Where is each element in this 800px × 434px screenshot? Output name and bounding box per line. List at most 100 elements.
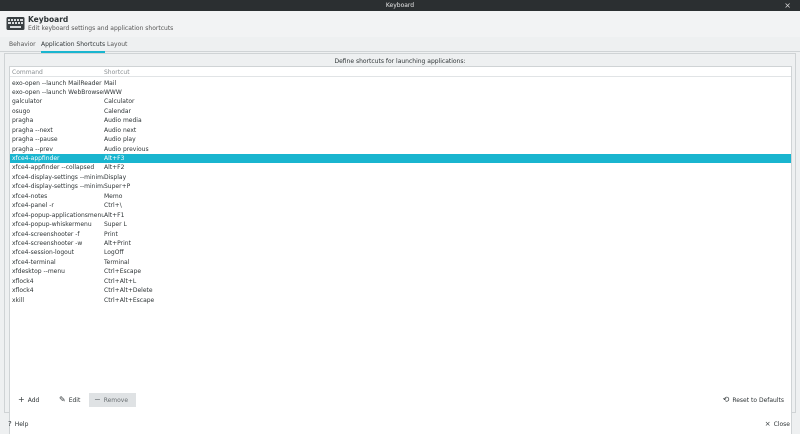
window-close-icon[interactable]: × xyxy=(784,1,791,10)
table-row[interactable]: xfce4-session-logout LogOff xyxy=(10,248,791,257)
command-cell: xfce4-screenshooter -f xyxy=(12,230,80,238)
shortcut-cell: Super+P xyxy=(104,183,131,191)
edit-label: Edit xyxy=(68,396,81,404)
minus-icon: − xyxy=(94,395,101,404)
column-header-command[interactable]: Command xyxy=(12,69,43,76)
tab-layout[interactable]: Layout xyxy=(107,41,127,48)
command-cell: exo-open --launch MailReader xyxy=(12,79,102,87)
shortcuts-panel: Define shortcuts for launching applicati… xyxy=(4,53,796,434)
table-row[interactable]: xfce4-display-settings --minimal Display xyxy=(10,172,791,181)
command-cell: xflock4 xyxy=(12,287,34,295)
shortcut-cell: Mail xyxy=(104,79,117,87)
command-cell: xflock4 xyxy=(12,277,34,285)
help-label: Help xyxy=(14,420,29,428)
table-row[interactable]: xkill Ctrl+Alt+Escape xyxy=(10,295,791,304)
table-row[interactable]: xfce4-panel -r Ctrl+\ xyxy=(10,201,791,210)
table-row[interactable]: pragha --prev Audio previous xyxy=(10,144,791,153)
shortcut-cell: Ctrl+Escape xyxy=(104,268,142,276)
table-row[interactable]: xfce4-appfinder --collapsed Alt+F2 xyxy=(10,163,791,172)
edit-button[interactable]: ✎ Edit xyxy=(54,393,85,407)
command-cell: xfdesktop --menu xyxy=(12,268,65,276)
shortcut-cell: Audio play xyxy=(104,136,136,144)
command-cell: xfce4-appfinder xyxy=(12,155,60,162)
command-cell: pragha --next xyxy=(12,126,53,134)
add-button[interactable]: + Add xyxy=(13,393,44,407)
shortcut-cell: Ctrl+Alt+Escape xyxy=(104,296,155,304)
window-titlebar: Keyboard × xyxy=(0,0,800,11)
table-row[interactable]: xfce4-notes Memo xyxy=(10,191,791,200)
plus-icon: + xyxy=(18,395,25,404)
shortcut-cell: Ctrl+Alt+L xyxy=(104,277,137,285)
shortcut-cell: Display xyxy=(104,173,127,181)
command-cell: galculator xyxy=(12,98,43,106)
pencil-icon: ✎ xyxy=(59,395,66,404)
table-header: Command Shortcut xyxy=(10,67,791,77)
shortcut-cell: Alt+Print xyxy=(104,239,131,247)
table-row[interactable]: pragha --next Audio next xyxy=(10,125,791,134)
shortcut-cell: Audio media xyxy=(104,117,142,125)
table-row[interactable]: xfce4-appfinder Alt+F3 xyxy=(10,153,791,163)
table-row[interactable]: exo-open --launch MailReader Mail xyxy=(10,78,791,87)
shortcut-cell: Alt+F3 xyxy=(104,155,125,162)
close-icon: × xyxy=(764,420,771,428)
shortcut-cell: Audio previous xyxy=(104,145,149,153)
tab-application-shortcuts[interactable]: Application Shortcuts xyxy=(41,41,106,53)
shortcut-cell: Memo xyxy=(104,192,123,200)
table-row[interactable]: xfce4-popup-whiskermenu Super L xyxy=(10,220,791,229)
shortcut-cell: Print xyxy=(104,230,118,238)
command-cell: xfce4-appfinder --collapsed xyxy=(12,164,95,172)
table-row[interactable]: xfdesktop --menu Ctrl+Escape xyxy=(10,267,791,276)
command-cell: xfce4-session-logout xyxy=(12,249,74,257)
remove-button[interactable]: − Remove xyxy=(89,393,136,407)
command-cell: xfce4-notes xyxy=(12,192,48,200)
command-cell: xfce4-panel -r xyxy=(12,202,54,210)
panel-toolbar: + Add ✎ Edit − Remove ⟲ Reset to Default… xyxy=(9,393,793,409)
table-row[interactable]: xflock4 Ctrl+Alt+Delete xyxy=(10,286,791,295)
reset-to-defaults-button[interactable]: ⟲ Reset to Defaults xyxy=(718,393,789,407)
command-cell: osugo xyxy=(12,107,31,115)
shortcut-cell: Calendar xyxy=(104,107,131,115)
tab-behavior[interactable]: Behavior xyxy=(9,41,36,48)
command-cell: xfce4-display-settings --minimal xyxy=(12,173,104,181)
shortcut-cell: WWW xyxy=(104,88,122,96)
command-cell: xfce4-popup-whiskermenu xyxy=(12,221,92,229)
command-cell: xfce4-display-settings --minimal xyxy=(12,183,104,191)
table-row[interactable]: galculator Calculator xyxy=(10,97,791,106)
table-row[interactable]: pragha --pause Audio play xyxy=(10,135,791,144)
command-cell: xfce4-terminal xyxy=(12,258,56,266)
command-cell: pragha --pause xyxy=(12,136,58,144)
shortcut-cell: LogOff xyxy=(104,249,124,257)
reset-label: Reset to Defaults xyxy=(732,396,784,404)
table-row[interactable]: osugo Calendar xyxy=(10,106,791,115)
dialog-footer: ? Help × Close xyxy=(0,418,800,434)
help-icon: ? xyxy=(8,420,12,428)
table-row[interactable]: xfce4-terminal Terminal xyxy=(10,257,791,266)
shortcut-cell: Alt+F1 xyxy=(104,211,125,219)
shortcut-cell: Terminal xyxy=(104,258,130,266)
column-header-shortcut[interactable]: Shortcut xyxy=(104,69,130,76)
window-title: Keyboard xyxy=(385,2,415,9)
dialog-header: Keyboard Edit keyboard settings and appl… xyxy=(0,11,800,37)
shortcuts-table[interactable]: Command Shortcut exo-open --launch MailR… xyxy=(9,66,792,434)
command-cell: xfce4-popup-applicationsmenu xyxy=(12,211,104,219)
remove-label: Remove xyxy=(103,396,129,404)
close-button[interactable]: × Close xyxy=(765,420,790,428)
command-cell: pragha --prev xyxy=(12,145,53,153)
table-row[interactable]: xfce4-display-settings --minimal Super+P xyxy=(10,182,791,191)
table-row[interactable]: xflock4 Ctrl+Alt+L xyxy=(10,276,791,285)
table-row[interactable]: pragha Audio media xyxy=(10,116,791,125)
shortcut-cell: Calculator xyxy=(104,98,135,106)
shortcut-cell: Alt+F2 xyxy=(104,164,125,172)
command-cell: xfce4-screenshooter -w xyxy=(12,239,83,247)
command-cell: xkill xyxy=(12,296,25,304)
shortcuts-table-wrap: Command Shortcut exo-open --launch MailR… xyxy=(9,66,792,434)
shortcut-cell: Super L xyxy=(104,221,127,229)
table-row[interactable]: xfce4-screenshooter -w Alt+Print xyxy=(10,238,791,247)
table-row[interactable]: xfce4-popup-applicationsmenu Alt+F1 xyxy=(10,210,791,219)
command-cell: pragha xyxy=(12,117,34,125)
table-rows: exo-open --launch MailReader Mail exo-open… xyxy=(10,78,791,305)
table-row[interactable]: exo-open --launch WebBrowser WWW xyxy=(10,87,791,96)
command-cell: exo-open --launch WebBrowser xyxy=(12,88,104,96)
help-button[interactable]: ? Help xyxy=(8,420,28,428)
table-row[interactable]: xfce4-screenshooter -f Print xyxy=(10,229,791,238)
